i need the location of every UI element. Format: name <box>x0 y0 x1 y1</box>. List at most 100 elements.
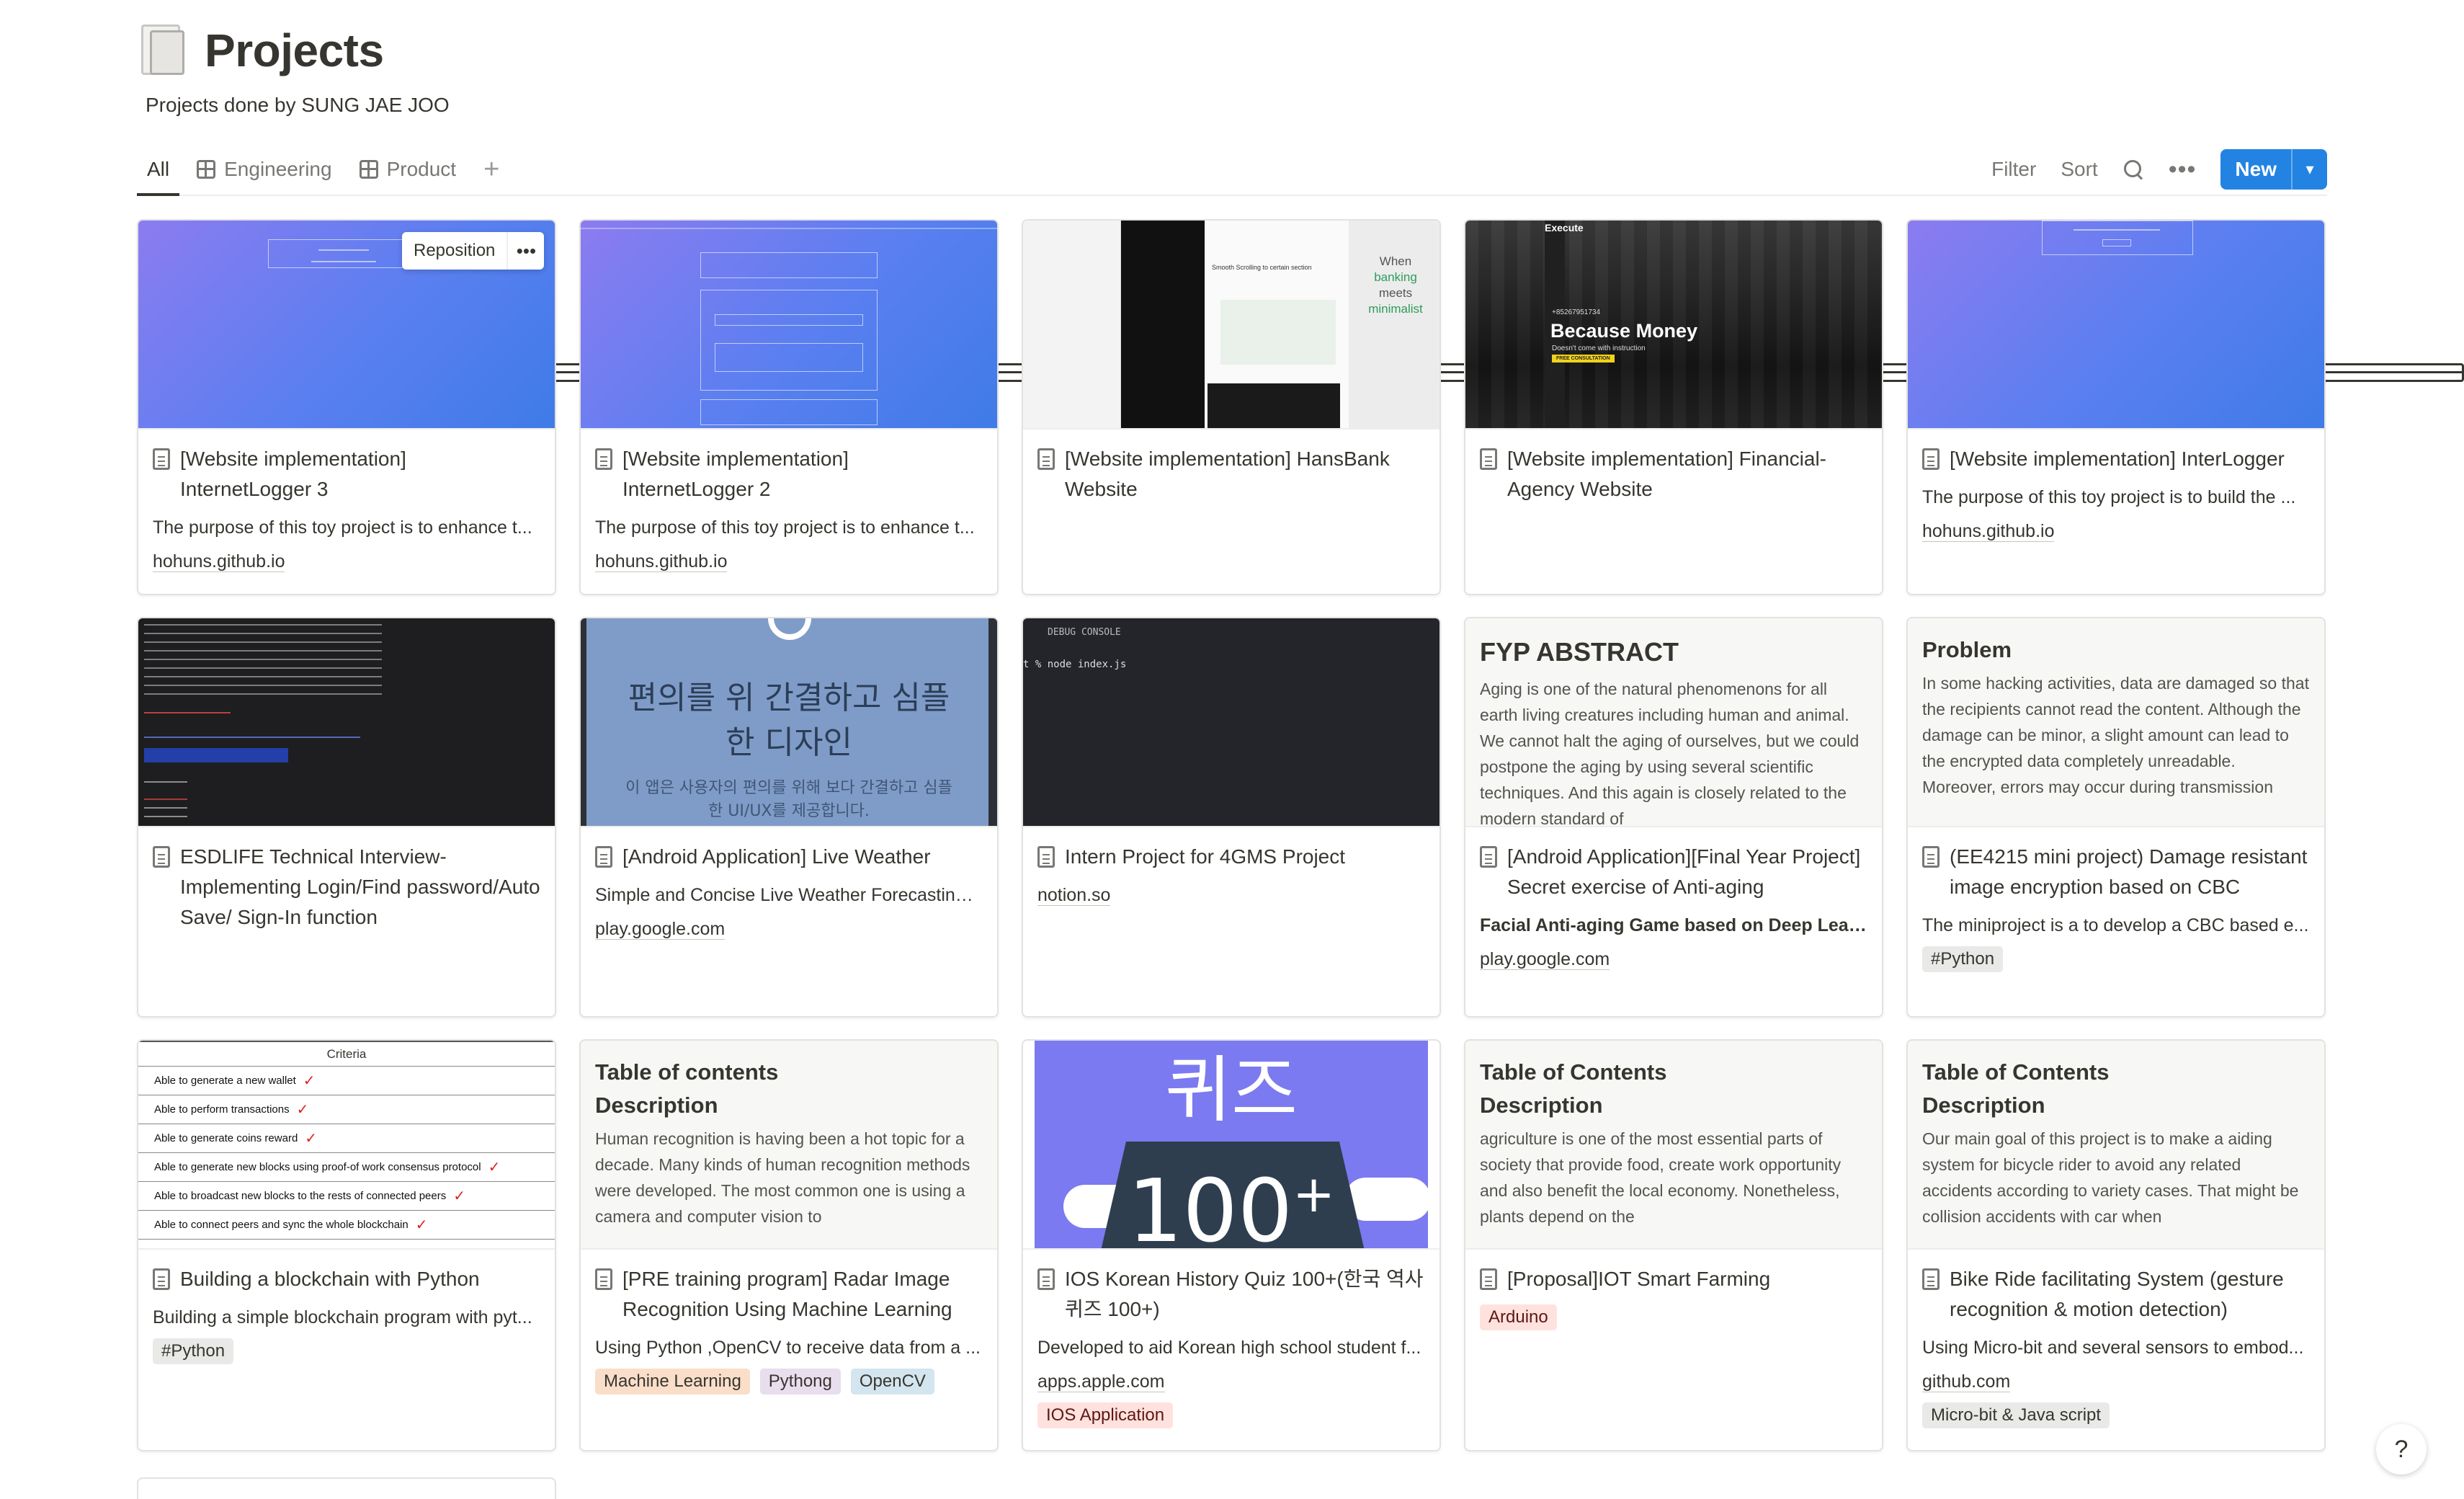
help-button[interactable]: ? <box>2376 1424 2427 1474</box>
tag: Machine Learning <box>595 1369 750 1395</box>
tab-label: All <box>147 158 170 180</box>
card-description: The purpose of this toy project is to bu… <box>1922 487 2296 507</box>
card-title: [Website implementation] HansBank Websit… <box>1065 448 1390 500</box>
gallery-card[interactable]: Table of Contents Description agricultur… <box>1464 1039 1883 1451</box>
chevron-down-icon[interactable]: ▾ <box>2291 149 2327 190</box>
card-link[interactable]: hohuns.github.io <box>595 551 728 572</box>
gallery-card[interactable]: Execute +85267951734 Because Money Doesn… <box>1464 219 1883 595</box>
cover-heading: Problem <box>1922 637 2012 662</box>
page-icon <box>595 448 612 470</box>
gallery-grid: Reposition ••• [Website implementation] … <box>137 219 2327 1451</box>
tag: Micro-bit & Java script <box>1922 1402 2110 1428</box>
checkmark-icon: ✓ <box>296 1102 309 1118</box>
view-tabs: All Engineering Product + <box>137 144 2464 382</box>
table-icon <box>359 160 378 179</box>
cover-brand: Execute <box>1545 222 1584 233</box>
card-description: Building a simple blockchain program wit… <box>153 1307 532 1327</box>
gallery-card[interactable]: Table of Contents Description Our main g… <box>1906 1039 2326 1451</box>
card-link[interactable]: notion.so <box>1037 885 1111 906</box>
card-link[interactable]: apps.apple.com <box>1037 1371 1165 1392</box>
page-icon <box>1037 846 1055 868</box>
card-title: [PRE training program] Radar Image Recog… <box>622 1268 952 1320</box>
card-description: The miniproject is a to develop a CBC ba… <box>1922 915 2309 935</box>
card-cover: 편의를 위 간결하고 심플 한 디자인 이 앱은 사용자의 편의를 위해 보다 … <box>581 618 997 827</box>
reposition-button[interactable]: Reposition <box>402 232 509 270</box>
checkmark-icon: ✓ <box>305 1131 318 1147</box>
card-link[interactable]: github.com <box>1922 1371 2011 1392</box>
cover-cta-button: FREE CONSULTATION <box>1552 355 1615 362</box>
page-title[interactable]: Projects <box>205 24 384 77</box>
gallery-card[interactable]: 퀴즈 100+ IOS Korean History Quiz 100+(한국 … <box>1022 1039 1441 1451</box>
document-stack-icon[interactable] <box>137 23 189 78</box>
criteria-row: Able to generate new blocks using proof-… <box>138 1153 555 1182</box>
card-cover: Reposition ••• <box>138 221 555 430</box>
more-icon[interactable]: ••• <box>508 232 544 270</box>
cover-phone: +85267951734 <box>1552 308 1601 316</box>
page-icon <box>595 846 612 868</box>
more-options-icon[interactable]: ••• <box>2169 157 2197 182</box>
card-link[interactable]: hohuns.github.io <box>1922 521 2055 542</box>
tab-all[interactable]: All <box>137 144 2464 382</box>
gallery-card[interactable]: [Website implementation] InternetLogger … <box>579 219 999 595</box>
card-cover <box>138 618 555 827</box>
cover-line-2: 한 디자인 <box>726 724 852 761</box>
card-link[interactable]: hohuns.github.io <box>153 551 285 572</box>
card-cover: Criteria Able to generate a new wallet ✓ A… <box>138 1041 555 1250</box>
gallery-card[interactable]: 편의를 위 간결하고 심플 한 디자인 이 앱은 사용자의 편의를 위해 보다 … <box>579 617 999 1018</box>
sort-button[interactable]: Sort <box>2061 158 2097 181</box>
card-cover: Smooth Scrolling to certain section When… <box>1023 221 1439 430</box>
page-icon <box>595 1268 612 1290</box>
card-title: Building a blockchain with Python <box>180 1268 480 1290</box>
search-icon[interactable] <box>2122 159 2144 180</box>
criteria-row-label: Able to broadcast new blocks to the rest… <box>154 1190 447 1202</box>
cover-box <box>700 399 878 425</box>
cover-link-line <box>144 737 360 738</box>
filter-button[interactable]: Filter <box>1991 158 2036 181</box>
new-button[interactable]: New <box>2220 149 2291 190</box>
gallery-card[interactable]: Smooth Scrolling to certain section When… <box>1022 219 1441 595</box>
cover-sidebar <box>1023 221 1121 428</box>
cover-banner-text: Smooth Scrolling to certain section <box>1212 264 1312 271</box>
page-icon <box>1480 448 1497 470</box>
cover-edge <box>581 618 586 826</box>
tab-engineering[interactable]: Engineering <box>187 144 342 195</box>
gallery-card[interactable]: ESDLIFE Technical Interview- Implementin… <box>137 617 556 1018</box>
criteria-row: Able to generate coins reward ✓ <box>138 1124 555 1153</box>
cover-subheading: Description <box>595 1093 718 1118</box>
card-cover <box>581 221 997 430</box>
gallery-card[interactable]: [Website implementation] InterLogger The… <box>1906 219 2326 595</box>
cover-input <box>715 314 863 326</box>
card-title: [Android Application] Live Weather <box>622 845 931 868</box>
reposition-control: Reposition ••• <box>402 232 545 270</box>
criteria-header: Criteria <box>138 1042 555 1067</box>
cover-side-panel: When banking meets minimalist <box>1349 221 1439 428</box>
gallery-card[interactable]: FYP ABSTRACT Aging is one of the natural… <box>1464 617 1883 1018</box>
cover-edge <box>988 618 997 826</box>
card-link[interactable]: play.google.com <box>1480 949 1610 970</box>
cover-headline: Because Money <box>1550 320 1698 342</box>
add-view-button[interactable]: + <box>473 144 509 195</box>
card-cover: DEBUG CONSOLE t % node index.js <box>1023 618 1439 827</box>
cover-subtext: 이 앱은 사용자의 편의를 위해 보다 간결하고 심플 한 UI/UX를 제공합… <box>581 777 997 823</box>
page-subtitle[interactable]: Projects done by SUNG JAE JOO <box>146 94 2327 117</box>
criteria-rows: Able to generate a new wallet ✓ Able to pe… <box>138 1067 555 1240</box>
page-icon <box>153 846 170 868</box>
cover-body: agriculture is one of the most essential… <box>1480 1129 1842 1226</box>
quiz-number-text: 100 <box>1128 1162 1293 1250</box>
cover-button <box>2102 239 2131 246</box>
gallery-card[interactable]: DEBUG CONSOLE t % node index.js Intern P… <box>1022 617 1441 1018</box>
card-link[interactable]: play.google.com <box>595 919 726 940</box>
quiz-number: 100+ <box>1035 1147 1428 1250</box>
card-cover <box>1908 221 2324 430</box>
page-icon <box>1480 846 1497 868</box>
gallery-card[interactable]: Criteria Able to generate a new wallet ✓ A… <box>137 1039 556 1451</box>
gallery-card[interactable]: Problem In some hacking activities, data… <box>1906 617 2326 1018</box>
cover-sub-2: 한 UI/UX를 제공합니다. <box>708 802 870 820</box>
card-title: Intern Project for 4GMS Project <box>1065 845 1346 868</box>
criteria-row-label: Able to generate a new wallet <box>154 1075 296 1087</box>
gallery-card[interactable]: Reposition ••• [Website implementation] … <box>137 219 556 595</box>
gallery-card-partial[interactable] <box>137 1477 556 1499</box>
tab-product[interactable]: Product <box>349 144 467 195</box>
criteria-row-label: Able to connect peers and sync the whole… <box>154 1219 409 1231</box>
gallery-card[interactable]: Table of contents Description Human reco… <box>579 1039 999 1451</box>
